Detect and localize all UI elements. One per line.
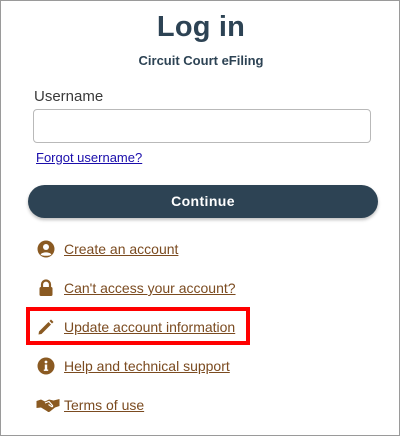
page-title: Log in: [156, 11, 246, 43]
user-circle-icon: [36, 239, 56, 259]
page-subtitle: Circuit Court eFiling: [138, 53, 264, 68]
login-panel: Log in Circuit Court eFiling Username Fo…: [0, 0, 400, 436]
lock-icon: [36, 278, 56, 298]
info-circle-icon: [36, 356, 56, 376]
cant-access-account-link[interactable]: Can't access your account?: [36, 277, 236, 299]
cant-access-account-label: Can't access your account?: [64, 280, 236, 296]
create-account-link[interactable]: Create an account: [36, 238, 178, 260]
help-support-label: Help and technical support: [64, 358, 230, 374]
forgot-username-link[interactable]: Forgot username?: [36, 150, 142, 165]
handshake-icon: [36, 395, 60, 415]
terms-of-use-label: Terms of use: [64, 397, 145, 413]
username-label: Username: [34, 88, 104, 105]
terms-of-use-link[interactable]: Terms of use: [36, 394, 144, 416]
continue-button[interactable]: Continue: [28, 185, 378, 218]
username-input[interactable]: [33, 109, 371, 143]
create-account-label: Create an account: [64, 241, 179, 257]
help-support-link[interactable]: Help and technical support: [36, 355, 230, 377]
highlight-box: [26, 307, 250, 345]
